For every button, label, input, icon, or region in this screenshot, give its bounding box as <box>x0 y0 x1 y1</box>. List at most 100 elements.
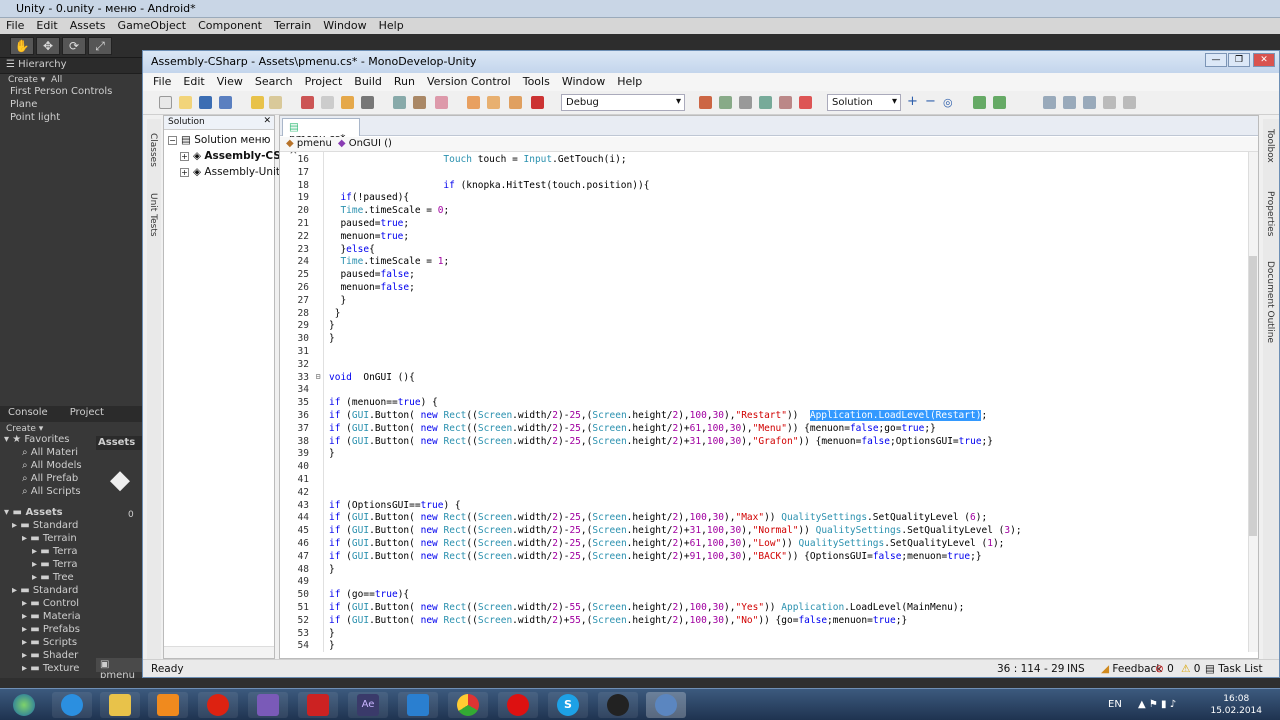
taskbar-unity[interactable] <box>598 692 638 718</box>
code-line[interactable]: if (GUI.Button( new Rect((Screen.width/2… <box>329 615 907 626</box>
close-icon[interactable]: ✕ <box>263 116 271 126</box>
scale-tool-icon[interactable]: ⤢ <box>88 37 112 55</box>
find-icon[interactable] <box>393 96 406 109</box>
code-line[interactable]: if (GUI.Button( new Rect((Screen.width/2… <box>329 525 1022 536</box>
debug-icon[interactable] <box>759 96 772 109</box>
expander-icon[interactable]: + <box>180 152 189 161</box>
md-menu-run[interactable]: Run <box>394 75 415 89</box>
unity-menu-assets[interactable]: Assets <box>70 19 106 33</box>
code-line[interactable]: paused=false; <box>329 269 414 280</box>
breadcrumb-class[interactable]: ◆ pmenu <box>286 138 332 150</box>
layout3-icon[interactable] <box>1083 96 1096 109</box>
taskbar-monodevelop[interactable] <box>646 692 686 718</box>
stop-build-icon[interactable] <box>531 96 544 109</box>
tab-console[interactable]: Console <box>8 407 48 421</box>
rotate-tool-icon[interactable]: ⟳ <box>62 37 86 55</box>
side-tab-classes[interactable]: Classes <box>148 133 158 167</box>
code-line[interactable]: if (OptionsGUI==true) { <box>329 500 461 511</box>
md-menu-version-control[interactable]: Version Control <box>427 75 511 89</box>
start-button[interactable] <box>4 692 44 718</box>
favorites-item[interactable]: ⌕ All Prefab <box>0 473 96 486</box>
copy-icon[interactable] <box>321 96 334 109</box>
md-menu-search[interactable]: Search <box>255 75 293 89</box>
code-line[interactable]: } <box>329 564 335 575</box>
solution-horizontal-scrollbar[interactable] <box>164 646 274 658</box>
find-in-files-icon[interactable] <box>413 96 426 109</box>
unity-menu-component[interactable]: Component <box>198 19 262 33</box>
assets-tree-item[interactable]: ▸ ▬ Texture <box>0 663 96 676</box>
configuration-select[interactable]: Debug ▾ <box>561 94 685 111</box>
assets-folder[interactable]: ▾ ▬ Assets <box>0 507 96 520</box>
build-all-icon[interactable] <box>509 96 522 109</box>
taskbar-opera[interactable] <box>498 692 538 718</box>
feedback-button[interactable]: ◢ Feedback <box>1101 663 1162 675</box>
assets-tree-item[interactable]: ▸ ▬ Control <box>0 598 96 611</box>
project-create-button[interactable]: Create ▾ <box>6 424 43 434</box>
open-folder-icon[interactable] <box>179 96 192 109</box>
code-line[interactable]: if (GUI.Button( new Rect((Screen.width/2… <box>329 423 936 434</box>
code-line[interactable]: if(!paused){ <box>329 192 409 203</box>
warning-count[interactable]: ⚠ 0 <box>1181 663 1200 675</box>
assets-tree-item[interactable]: ▸ ▬ Terra <box>0 546 96 559</box>
save-icon[interactable] <box>199 96 212 109</box>
breadcrumb-method[interactable]: ◆ OnGUI () <box>338 138 392 150</box>
taskbar-media[interactable] <box>148 692 188 718</box>
md-menu-help[interactable]: Help <box>617 75 642 89</box>
unity-menu-file[interactable]: File <box>6 19 24 33</box>
favorites-item[interactable]: ⌕ All Scripts <box>0 486 96 499</box>
unity-menu-terrain[interactable]: Terrain <box>274 19 311 33</box>
code-line[interactable]: if (GUI.Button( new Rect((Screen.width/2… <box>329 436 993 447</box>
unity-menu-gameobject[interactable]: GameObject <box>118 19 187 33</box>
layout5-icon[interactable] <box>1123 96 1136 109</box>
side-tab-document-outline[interactable]: Document Outline <box>1265 261 1275 343</box>
code-line[interactable]: if (GUI.Button( new Rect((Screen.width/2… <box>329 512 987 523</box>
selected-asset[interactable]: ▣ pmenu <box>96 658 142 681</box>
minimize-button[interactable]: — <box>1205 53 1227 67</box>
code-line[interactable]: Time.timeScale = 0; <box>329 205 449 216</box>
favorites-item[interactable]: ⌕ All Models <box>0 460 96 473</box>
taskbar-record[interactable] <box>198 692 238 718</box>
code-line[interactable]: } <box>329 308 341 319</box>
assets-tree-item[interactable]: ▸ ▬ Standard <box>0 585 96 598</box>
md-menu-file[interactable]: File <box>153 75 171 89</box>
md-menu-view[interactable]: View <box>217 75 243 89</box>
plus-icon[interactable]: + <box>907 95 920 109</box>
taskbar-chrome[interactable] <box>448 692 488 718</box>
code-line[interactable]: } <box>329 320 335 331</box>
md-menu-edit[interactable]: Edit <box>183 75 204 89</box>
language-indicator[interactable]: EN <box>1108 699 1122 710</box>
layout4-icon[interactable] <box>1103 96 1116 109</box>
assets-tree-item[interactable]: ▸ ▬ Standard <box>0 520 96 533</box>
rebuild-icon[interactable] <box>487 96 500 109</box>
expander-icon[interactable]: − <box>168 136 177 145</box>
code-line[interactable]: void OnGUI (){ <box>329 372 415 383</box>
tab-project[interactable]: Project <box>70 407 104 421</box>
paste-icon[interactable] <box>341 96 354 109</box>
md-menu-tools[interactable]: Tools <box>523 75 550 89</box>
attach-icon[interactable] <box>719 96 732 109</box>
taskbar-explorer[interactable] <box>100 692 140 718</box>
task-list-button[interactable]: ▤ Task List <box>1205 663 1263 675</box>
assets-tree-item[interactable]: ▸ ▬ Shader <box>0 650 96 663</box>
step-icon[interactable] <box>739 96 752 109</box>
sync-icon[interactable]: ◎ <box>943 96 956 109</box>
taskbar-skype[interactable]: S <box>548 692 588 718</box>
code-line[interactable]: paused=true; <box>329 218 409 229</box>
replace-icon[interactable] <box>435 96 448 109</box>
stop-debug-icon[interactable] <box>779 96 792 109</box>
code-line[interactable]: } <box>329 640 335 651</box>
code-area[interactable]: 16 Touch touch = Input.GetTouch(i); 17 18 … <box>280 152 1250 652</box>
expander-icon[interactable]: + <box>180 168 189 177</box>
unity-menu-window[interactable]: Window <box>323 19 366 33</box>
hierarchy-create-button[interactable]: Create ▾ <box>8 75 45 85</box>
code-line[interactable]: Touch touch = Input.GetTouch(i); <box>329 154 626 165</box>
assets-tree-item[interactable]: ▸ ▬ Tree <box>0 572 96 585</box>
hierarchy-item[interactable]: Point light <box>0 112 142 125</box>
assets-tree-item[interactable]: ▸ ▬ Materia <box>0 611 96 624</box>
fold-marker-icon[interactable]: ⊟ <box>314 372 322 381</box>
layout-icon[interactable] <box>1043 96 1056 109</box>
code-line[interactable]: if (go==true){ <box>329 589 409 600</box>
solution-item[interactable]: + ◈ Assembly-CS <box>180 150 281 162</box>
assets-tree-item[interactable]: ▸ ▬ Prefabs <box>0 624 96 637</box>
code-line[interactable]: if (menuon==true) { <box>329 397 438 408</box>
